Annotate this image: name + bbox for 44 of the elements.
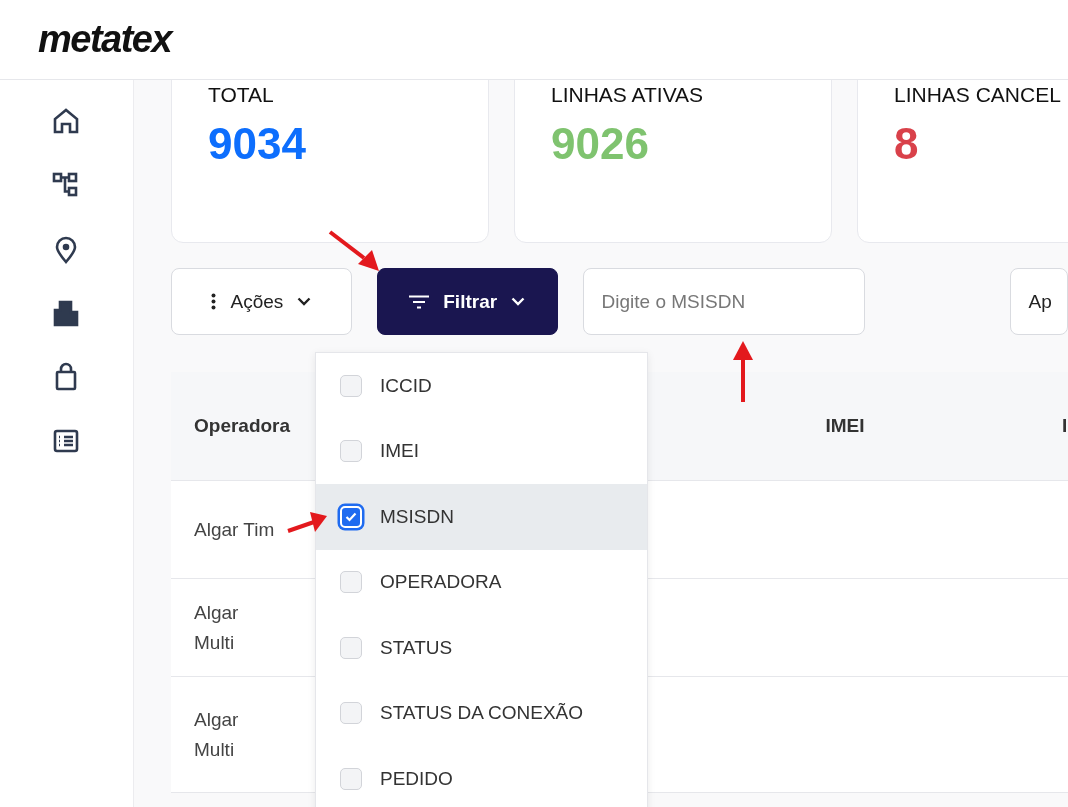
column-header: Operadora <box>193 415 292 437</box>
filter-option[interactable]: OPERADORA <box>316 549 647 615</box>
table-cell-text: Algar Multi <box>194 600 239 655</box>
option-label: STATUS DA CONEXÃO <box>380 702 584 725</box>
filter-option[interactable]: STATUS DA CONEXÃO <box>316 680 647 746</box>
stat-value: 9026 <box>551 119 650 169</box>
more-vertical-icon <box>211 293 217 310</box>
annotation-arrow <box>328 230 380 272</box>
check-icon <box>345 511 357 522</box>
checkbox[interactable] <box>340 440 362 463</box>
cut-off-button[interactable]: Ap <box>1009 268 1068 335</box>
logo: metatex <box>38 18 172 61</box>
option-label: IMEI <box>380 440 420 463</box>
table-cell-text: Algar Multi <box>194 707 239 762</box>
msisdn-search-field[interactable]: Digite o MSISDN <box>582 268 865 335</box>
option-label: STATUS <box>380 636 453 659</box>
option-label: OPERADORA <box>380 571 502 594</box>
option-label: MSISDN <box>380 505 454 528</box>
chevron-down-icon <box>511 297 526 306</box>
checkbox[interactable] <box>340 571 362 594</box>
stat-label: LINHAS CANCEL <box>894 83 1062 107</box>
filter-option[interactable]: PEDIDO <box>316 746 647 807</box>
annotation-arrow <box>731 340 755 404</box>
filter-icon <box>409 294 430 309</box>
table-cell-text: Algar Tim <box>194 517 275 542</box>
stat-value: 8 <box>894 119 920 169</box>
checkbox[interactable] <box>340 767 362 790</box>
filter-button[interactable]: Filtrar <box>376 268 558 335</box>
stat-label: TOTAL <box>208 83 275 107</box>
filter-option[interactable]: IMEI <box>316 418 647 484</box>
stat-label: LINHAS ATIVAS <box>551 83 705 107</box>
filter-option[interactable]: STATUS <box>316 615 647 681</box>
stat-value: 9034 <box>208 119 307 169</box>
checkbox[interactable] <box>340 374 362 397</box>
option-label: PEDIDO <box>380 767 453 790</box>
filter-option[interactable]: ICCID <box>316 353 647 419</box>
chevron-down-icon <box>297 297 312 306</box>
checkbox[interactable] <box>340 636 362 659</box>
filter-option[interactable]: MSISDN <box>316 484 647 550</box>
checkbox[interactable] <box>340 702 362 725</box>
column-header: IMEI <box>824 415 866 437</box>
option-label: ICCID <box>380 374 432 397</box>
actions-button[interactable]: Ações <box>171 268 352 335</box>
column-header: I <box>1061 415 1068 437</box>
